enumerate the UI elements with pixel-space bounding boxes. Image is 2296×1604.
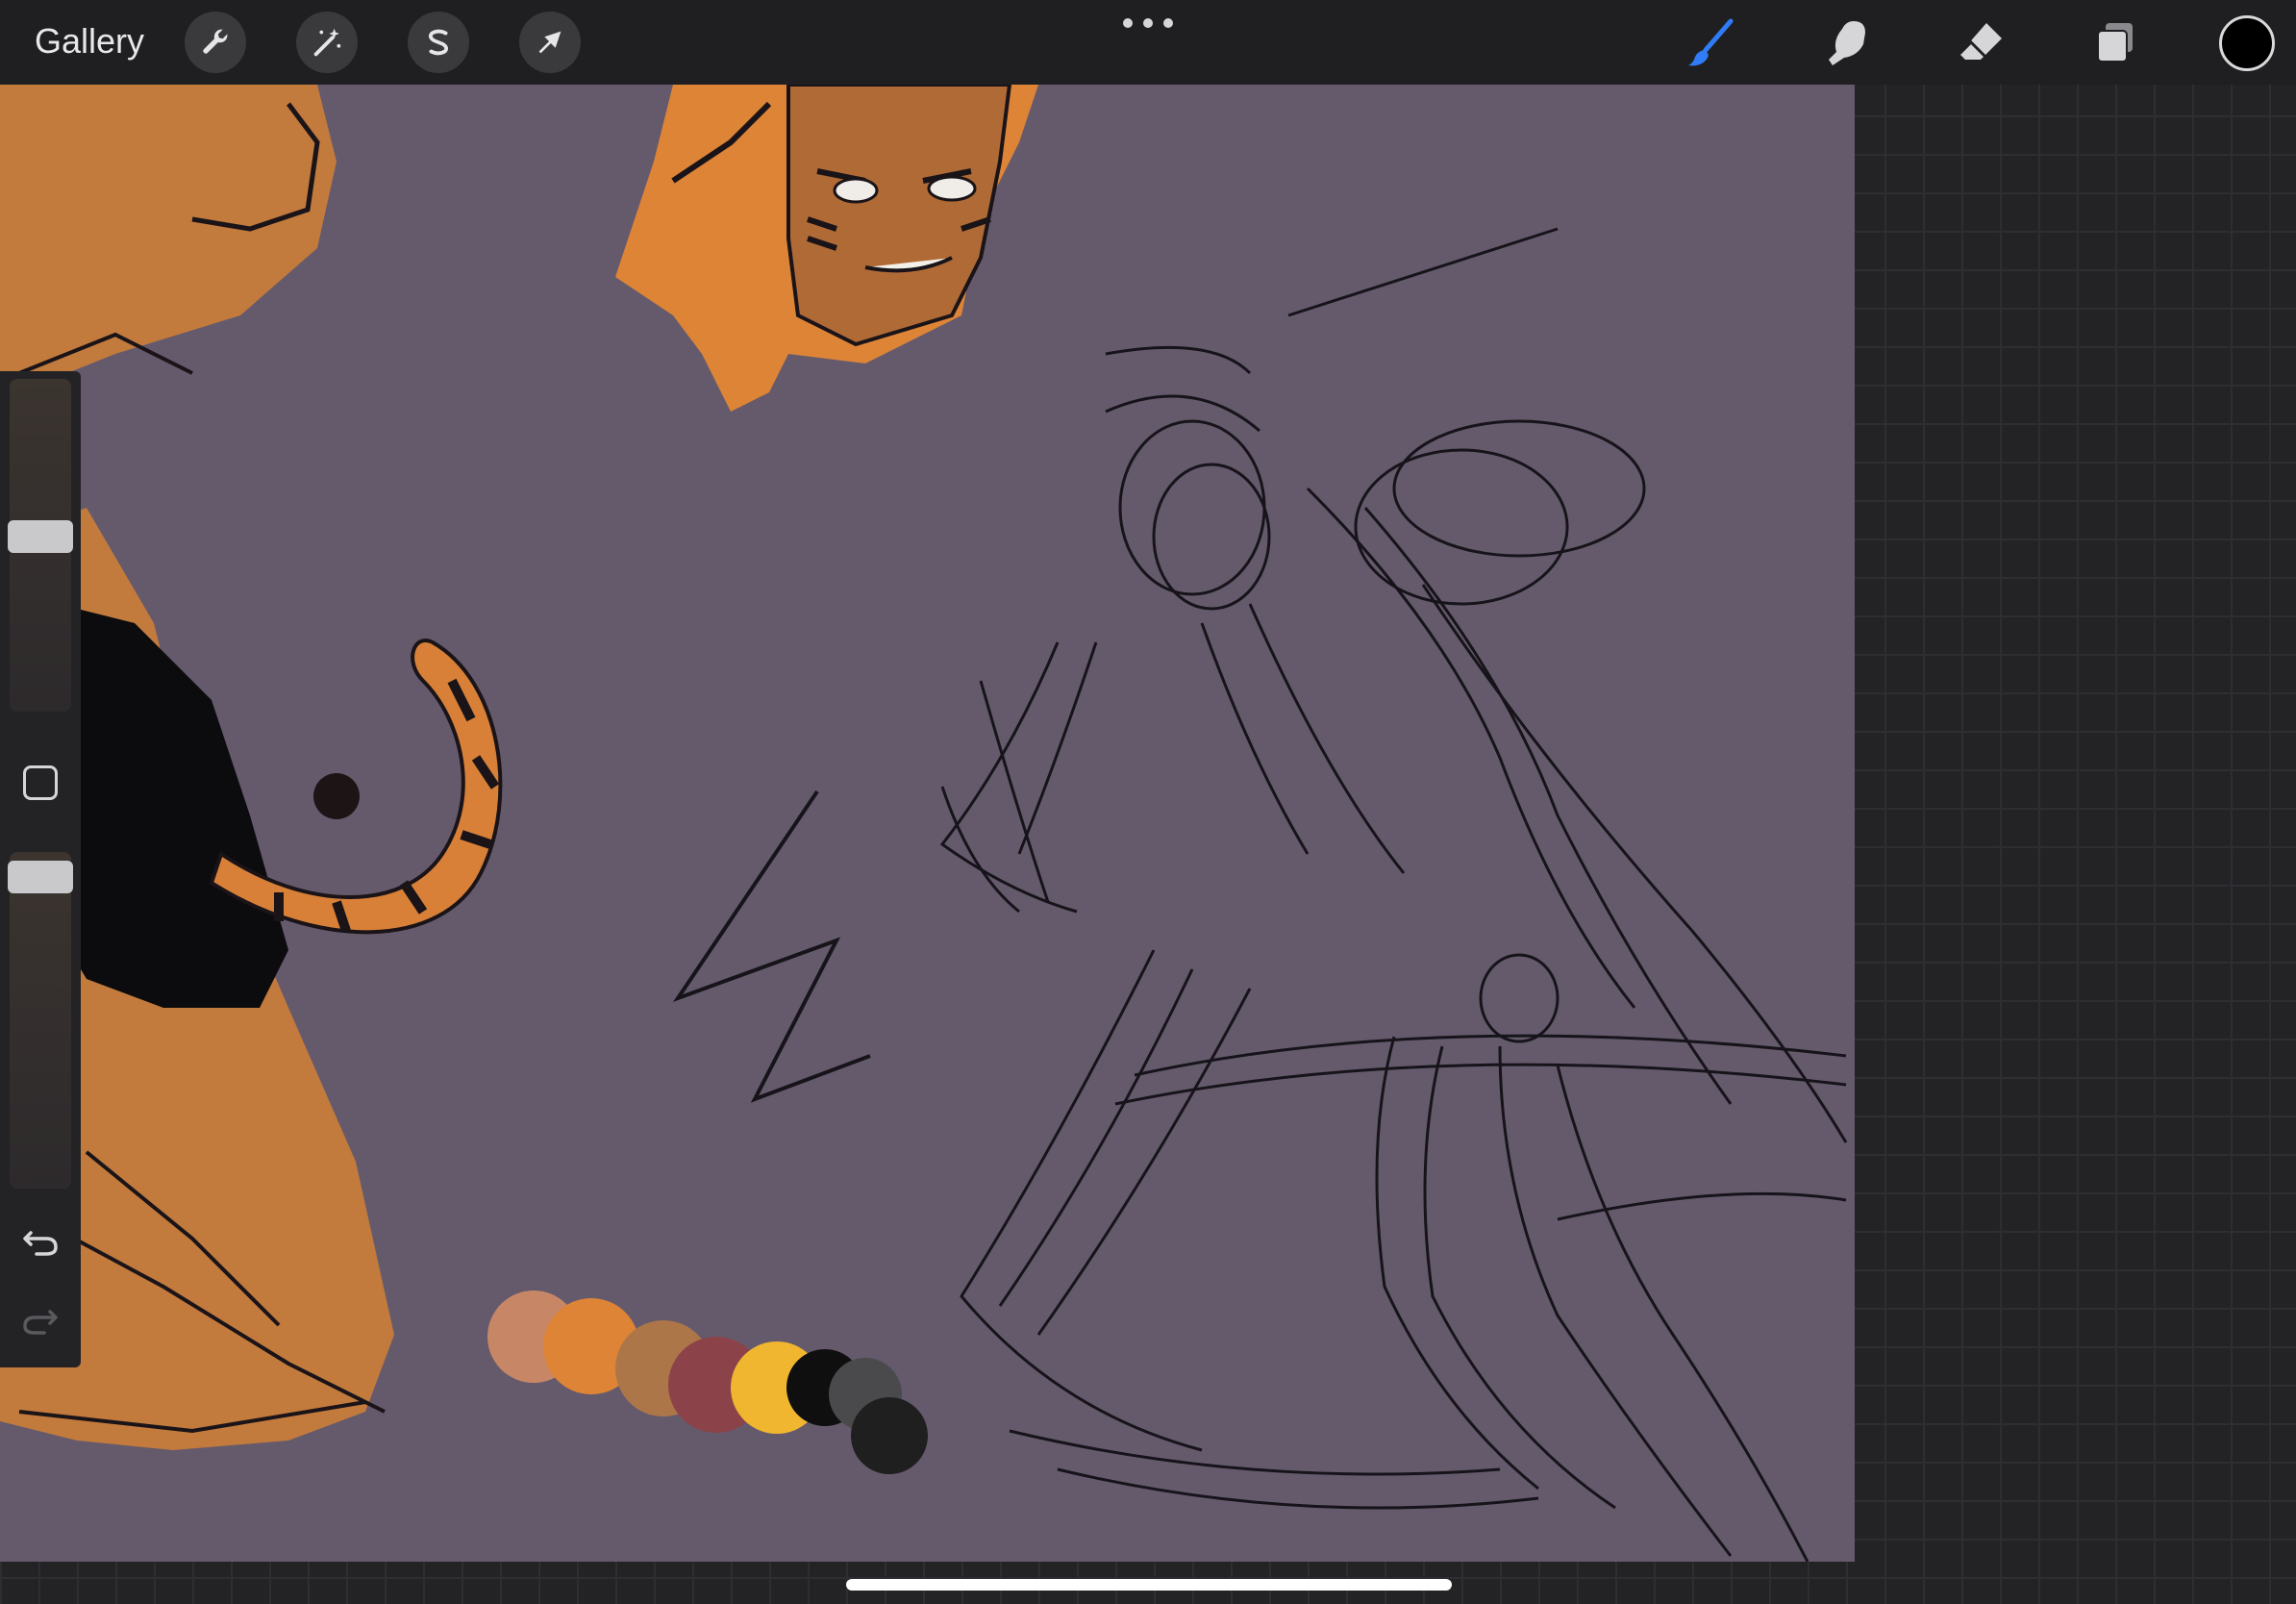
layers-icon: [2097, 23, 2133, 63]
adjustments-button[interactable]: [296, 12, 358, 73]
selection-s-icon: [428, 29, 449, 56]
more-dots-icon[interactable]: [1123, 13, 1173, 33]
opacity-thumb[interactable]: [8, 861, 73, 894]
undo-icon[interactable]: [19, 1219, 62, 1262]
sketch-figure: [939, 227, 1848, 1562]
actions-button[interactable]: [185, 12, 246, 73]
brush-button[interactable]: [1683, 13, 1740, 71]
opacity-slider[interactable]: [8, 852, 73, 1189]
color-swatch[interactable]: [2219, 15, 2275, 71]
artwork: [0, 85, 1848, 1562]
smudge-button[interactable]: [1817, 13, 1875, 71]
gallery-button[interactable]: Gallery: [35, 17, 144, 65]
brush-size-thumb[interactable]: [8, 519, 73, 553]
wrench-icon: [203, 29, 228, 54]
dark-dot: [313, 773, 360, 819]
layers-button[interactable]: [2086, 13, 2144, 71]
home-indicator[interactable]: [846, 1579, 1452, 1591]
top-toolbar: Gallery: [0, 0, 2296, 85]
eraser-icon: [1958, 23, 2002, 60]
left-sidebar: [0, 371, 81, 1367]
eraser-button[interactable]: [1952, 13, 2009, 71]
palette-dot: [851, 1397, 928, 1474]
drawing-canvas[interactable]: [0, 85, 1855, 1562]
transform-button[interactable]: [519, 12, 581, 73]
smudge-finger-icon: [1829, 21, 1865, 65]
square-modify-icon[interactable]: [23, 765, 58, 800]
selection-button[interactable]: [408, 12, 469, 73]
arrow-cursor-icon: [538, 31, 562, 54]
zigzag-sketch: [672, 789, 871, 1103]
tiger-face: [615, 85, 1038, 412]
color-palette-dots: [487, 1291, 928, 1474]
magic-wand-icon: [313, 28, 341, 57]
redo-icon[interactable]: [19, 1298, 62, 1341]
brush-icon: [1688, 18, 1734, 66]
brush-size-slider[interactable]: [8, 379, 73, 712]
